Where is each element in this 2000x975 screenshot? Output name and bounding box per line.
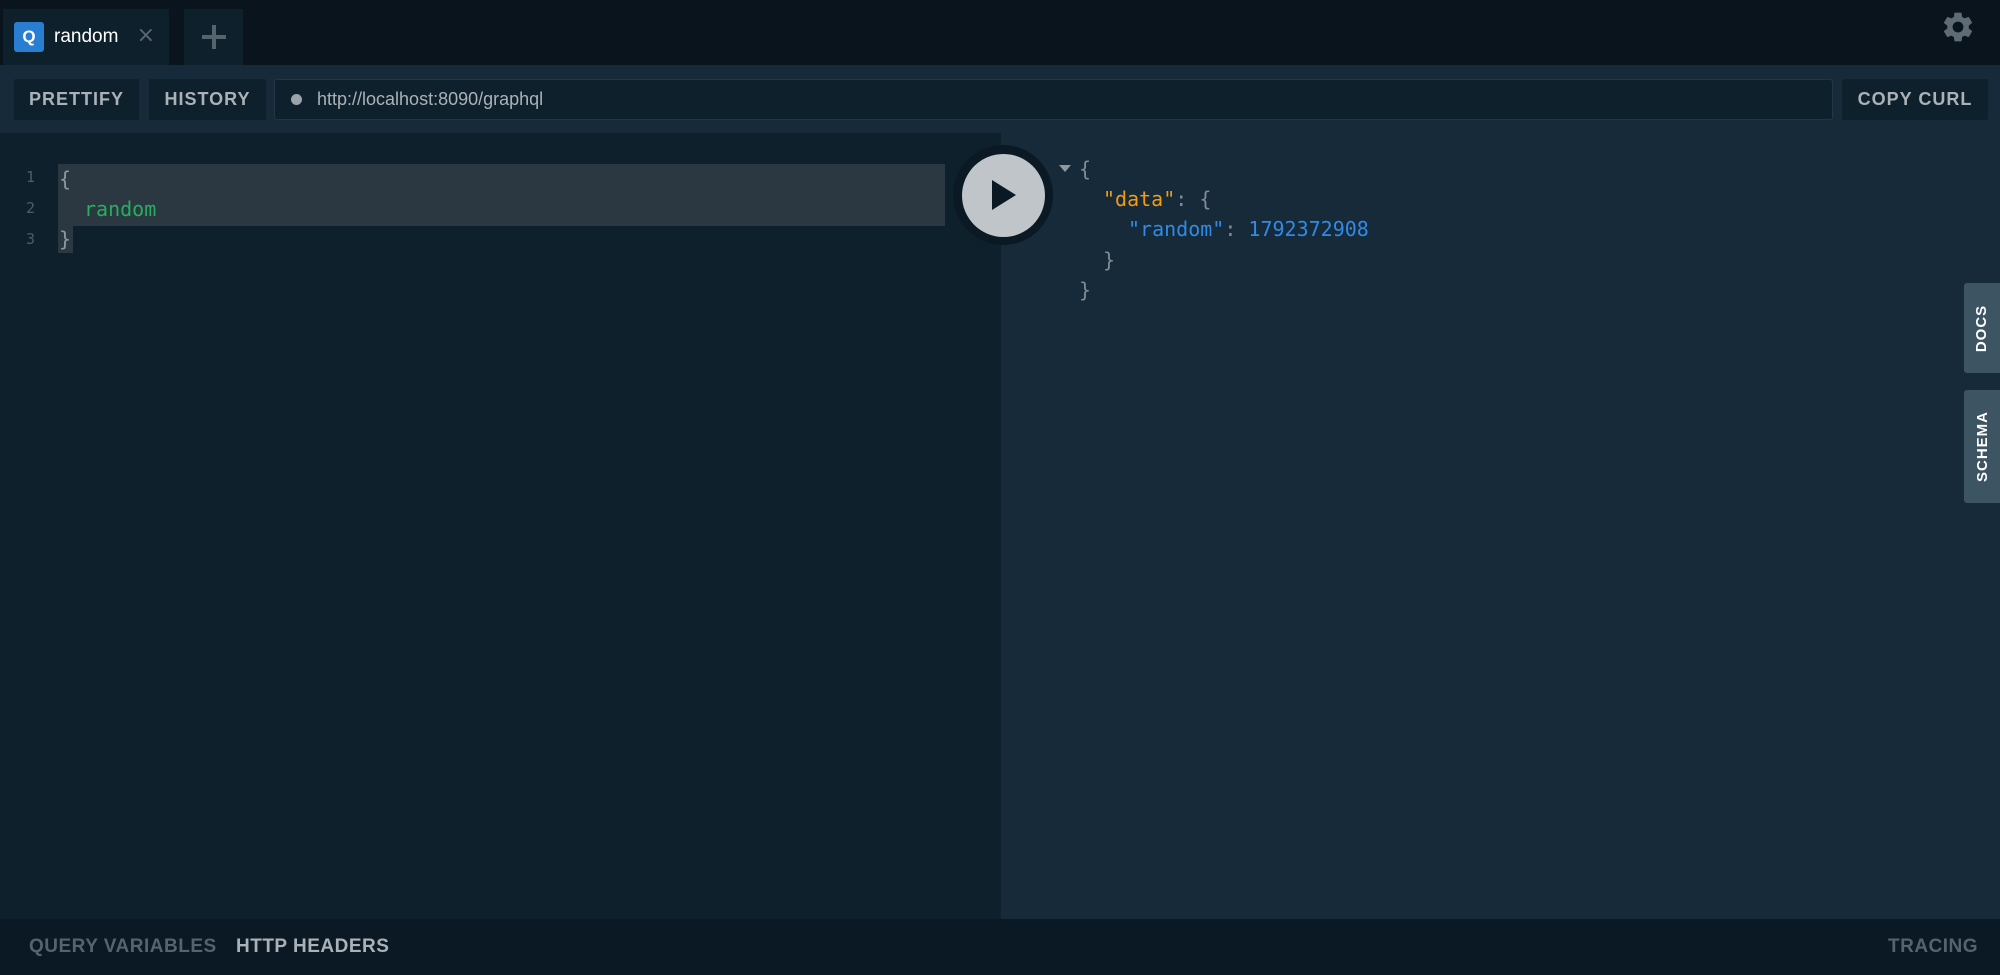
tab-bar: Q random ×	[0, 0, 2000, 65]
result-panel: { "data": { "random": 1792372908 } }	[1001, 133, 2000, 919]
add-tab-button[interactable]	[184, 9, 243, 65]
code-line-3: }	[59, 227, 72, 251]
json-key: "data"	[1103, 187, 1176, 211]
bottom-bar: QUERY VARIABLES HTTP HEADERS TRACING	[0, 919, 2000, 975]
history-button[interactable]: HISTORY	[149, 79, 266, 120]
tracing-tab[interactable]: TRACING	[1888, 919, 1978, 975]
toolbar: PRETTIFY HISTORY COPY CURL	[0, 65, 2000, 133]
code-line-1: {	[59, 167, 72, 191]
http-headers-tab[interactable]: HTTP HEADERS	[236, 919, 389, 975]
tab-title: random	[54, 26, 119, 47]
line-number: 3	[26, 230, 36, 248]
prettify-button[interactable]: PRETTIFY	[14, 79, 139, 120]
schema-tab[interactable]: SCHEMA	[1964, 390, 2000, 503]
json-close-brace: }	[1079, 278, 1092, 302]
docs-tab-label: DOCS	[1973, 304, 1991, 352]
json-line-data: "data": {	[1103, 187, 1211, 211]
json-colon: :	[1175, 187, 1188, 211]
endpoint-url-bar	[274, 79, 1833, 120]
query-editor[interactable]: 1 2 3 { random }	[0, 133, 1001, 919]
line-number: 1	[26, 168, 36, 186]
json-open-brace: {	[1199, 187, 1212, 211]
close-icon[interactable]: ×	[137, 23, 155, 48]
query-variables-tab[interactable]: QUERY VARIABLES	[29, 919, 217, 975]
play-icon	[992, 180, 1016, 210]
active-selection	[58, 164, 945, 226]
line-number: 2	[26, 199, 36, 217]
copy-curl-button[interactable]: COPY CURL	[1842, 79, 1988, 120]
json-close-brace: }	[1103, 248, 1116, 272]
connection-status-dot	[291, 94, 302, 105]
json-colon: :	[1224, 217, 1237, 241]
json-open-brace: {	[1079, 157, 1092, 181]
json-value: 1792372908	[1248, 217, 1369, 241]
docs-tab[interactable]: DOCS	[1964, 283, 2000, 373]
fold-arrow-icon[interactable]	[1059, 165, 1071, 172]
tab-random[interactable]: Q random ×	[3, 9, 169, 65]
run-button[interactable]	[953, 145, 1053, 245]
gear-icon[interactable]	[1940, 9, 1976, 45]
endpoint-url-input[interactable]	[317, 89, 1797, 110]
code-line-2: random	[84, 197, 157, 221]
schema-tab-label: SCHEMA	[1973, 410, 1991, 483]
query-badge: Q	[14, 22, 44, 52]
plus-icon	[201, 25, 226, 49]
run-button-face	[961, 153, 1045, 237]
json-line-random: "random": 1792372908	[1128, 217, 1369, 241]
json-key: "random"	[1128, 217, 1225, 241]
